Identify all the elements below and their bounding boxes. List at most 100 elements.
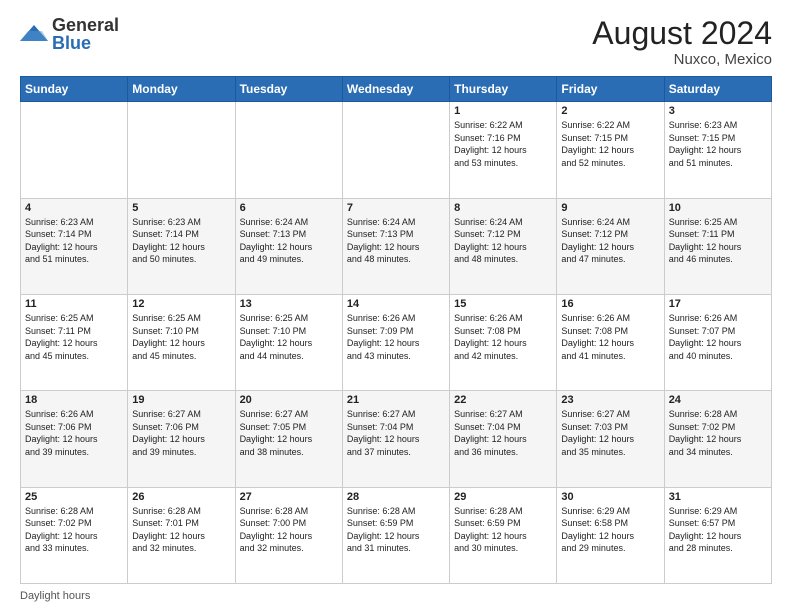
calendar-cell: 31 Sunrise: 6:29 AM Sunset: 6:57 PM Dayli… <box>664 487 771 583</box>
day-info: Sunrise: 6:25 AM Sunset: 7:10 PM Dayligh… <box>132 312 230 362</box>
day-info: Sunrise: 6:28 AM Sunset: 7:02 PM Dayligh… <box>669 408 767 458</box>
day-number: 31 <box>669 491 767 503</box>
calendar-cell: 4 Sunrise: 6:23 AM Sunset: 7:14 PM Daylig… <box>21 198 128 294</box>
day-number: 27 <box>240 491 338 503</box>
calendar-cell: 24Sunrise: 6:28 AM Sunset: 7:02 PM Dayli… <box>664 391 771 487</box>
day-number: 4 <box>25 202 123 214</box>
day-number: 26 <box>132 491 230 503</box>
calendar-cell: 9 Sunrise: 6:24 AM Sunset: 7:12 PM Daylig… <box>557 198 664 294</box>
day-number: 11 <box>25 298 123 310</box>
calendar-cell: 28 Sunrise: 6:28 AM Sunset: 6:59 PM Dayli… <box>342 487 449 583</box>
calendar-cell: 25 Sunrise: 6:28 AM Sunset: 7:02 PM Dayli… <box>21 487 128 583</box>
logo-icon <box>20 23 48 45</box>
calendar-cell: 6Sunrise: 6:24 AM Sunset: 7:13 PM Daylig… <box>235 198 342 294</box>
day-info: Sunrise: 6:23 AM Sunset: 7:15 PM Dayligh… <box>669 119 767 169</box>
day-number: 6 <box>240 202 338 214</box>
logo-text: General Blue <box>52 16 119 52</box>
day-info: Sunrise: 6:28 AM Sunset: 7:01 PM Dayligh… <box>132 505 230 555</box>
day-info: Sunrise: 6:27 AM Sunset: 7:05 PM Dayligh… <box>240 408 338 458</box>
day-number: 1 <box>454 105 552 117</box>
col-header-wednesday: Wednesday <box>342 77 449 102</box>
day-number: 14 <box>347 298 445 310</box>
calendar-cell: 5Sunrise: 6:23 AM Sunset: 7:14 PM Daylig… <box>128 198 235 294</box>
logo-blue: Blue <box>52 34 119 52</box>
day-number: 23 <box>561 394 659 406</box>
logo-general: General <box>52 16 119 34</box>
calendar-cell: 10Sunrise: 6:25 AM Sunset: 7:11 PM Dayli… <box>664 198 771 294</box>
day-info: Sunrise: 6:25 AM Sunset: 7:11 PM Dayligh… <box>25 312 123 362</box>
day-info: Sunrise: 6:26 AM Sunset: 7:08 PM Dayligh… <box>561 312 659 362</box>
day-number: 25 <box>25 491 123 503</box>
calendar-cell: 12Sunrise: 6:25 AM Sunset: 7:10 PM Dayli… <box>128 294 235 390</box>
col-header-tuesday: Tuesday <box>235 77 342 102</box>
day-number: 15 <box>454 298 552 310</box>
logo: General Blue <box>20 16 119 52</box>
calendar-cell <box>128 102 235 198</box>
day-number: 2 <box>561 105 659 117</box>
calendar-cell: 3 Sunrise: 6:23 AM Sunset: 7:15 PM Daylig… <box>664 102 771 198</box>
day-info: Sunrise: 6:28 AM Sunset: 6:59 PM Dayligh… <box>454 505 552 555</box>
day-number: 22 <box>454 394 552 406</box>
day-info: Sunrise: 6:25 AM Sunset: 7:10 PM Dayligh… <box>240 312 338 362</box>
day-info: Sunrise: 6:28 AM Sunset: 7:02 PM Dayligh… <box>25 505 123 555</box>
calendar-cell: 22 Sunrise: 6:27 AM Sunset: 7:04 PM Dayli… <box>450 391 557 487</box>
day-info: Sunrise: 6:26 AM Sunset: 7:08 PM Dayligh… <box>454 312 552 362</box>
calendar-cell: 30Sunrise: 6:29 AM Sunset: 6:58 PM Dayli… <box>557 487 664 583</box>
daylight-label: Daylight hours <box>20 590 90 602</box>
day-number: 21 <box>347 394 445 406</box>
calendar-cell <box>342 102 449 198</box>
calendar-cell: 13 Sunrise: 6:25 AM Sunset: 7:10 PM Dayli… <box>235 294 342 390</box>
calendar-cell: 29Sunrise: 6:28 AM Sunset: 6:59 PM Dayli… <box>450 487 557 583</box>
calendar-header: SundayMondayTuesdayWednesdayThursdayFrid… <box>21 77 772 102</box>
header: General Blue August 2024 Nuxco, Mexico <box>20 16 772 68</box>
calendar-cell: 2 Sunrise: 6:22 AM Sunset: 7:15 PM Daylig… <box>557 102 664 198</box>
day-number: 8 <box>454 202 552 214</box>
col-header-saturday: Saturday <box>664 77 771 102</box>
day-info: Sunrise: 6:23 AM Sunset: 7:14 PM Dayligh… <box>25 216 123 266</box>
day-info: Sunrise: 6:24 AM Sunset: 7:12 PM Dayligh… <box>561 216 659 266</box>
calendar-cell <box>21 102 128 198</box>
calendar-table: SundayMondayTuesdayWednesdayThursdayFrid… <box>20 76 772 584</box>
day-info: Sunrise: 6:22 AM Sunset: 7:16 PM Dayligh… <box>454 119 552 169</box>
calendar-cell: 11 Sunrise: 6:25 AM Sunset: 7:11 PM Dayli… <box>21 294 128 390</box>
day-number: 13 <box>240 298 338 310</box>
day-number: 19 <box>132 394 230 406</box>
page: General Blue August 2024 Nuxco, Mexico S… <box>0 0 792 612</box>
day-info: Sunrise: 6:24 AM Sunset: 7:12 PM Dayligh… <box>454 216 552 266</box>
day-info: Sunrise: 6:26 AM Sunset: 7:09 PM Dayligh… <box>347 312 445 362</box>
day-info: Sunrise: 6:27 AM Sunset: 7:04 PM Dayligh… <box>454 408 552 458</box>
title-block: August 2024 Nuxco, Mexico <box>592 16 772 68</box>
calendar-cell: 20 Sunrise: 6:27 AM Sunset: 7:05 PM Dayli… <box>235 391 342 487</box>
header-row: SundayMondayTuesdayWednesdayThursdayFrid… <box>21 77 772 102</box>
calendar-week-row: 11 Sunrise: 6:25 AM Sunset: 7:11 PM Dayli… <box>21 294 772 390</box>
calendar-week-row: 1 Sunrise: 6:22 AM Sunset: 7:16 PM Daylig… <box>21 102 772 198</box>
col-header-thursday: Thursday <box>450 77 557 102</box>
calendar-body: 1 Sunrise: 6:22 AM Sunset: 7:16 PM Daylig… <box>21 102 772 584</box>
calendar-week-row: 18Sunrise: 6:26 AM Sunset: 7:06 PM Dayli… <box>21 391 772 487</box>
day-number: 3 <box>669 105 767 117</box>
col-header-friday: Friday <box>557 77 664 102</box>
col-header-sunday: Sunday <box>21 77 128 102</box>
calendar-cell: 16Sunrise: 6:26 AM Sunset: 7:08 PM Dayli… <box>557 294 664 390</box>
calendar-cell: 14 Sunrise: 6:26 AM Sunset: 7:09 PM Dayli… <box>342 294 449 390</box>
day-info: Sunrise: 6:28 AM Sunset: 7:00 PM Dayligh… <box>240 505 338 555</box>
day-number: 30 <box>561 491 659 503</box>
day-info: Sunrise: 6:22 AM Sunset: 7:15 PM Dayligh… <box>561 119 659 169</box>
calendar-cell: 27 Sunrise: 6:28 AM Sunset: 7:00 PM Dayli… <box>235 487 342 583</box>
calendar-cell: 21Sunrise: 6:27 AM Sunset: 7:04 PM Dayli… <box>342 391 449 487</box>
day-number: 20 <box>240 394 338 406</box>
day-number: 7 <box>347 202 445 214</box>
day-number: 5 <box>132 202 230 214</box>
calendar-cell: 23Sunrise: 6:27 AM Sunset: 7:03 PM Dayli… <box>557 391 664 487</box>
calendar-week-row: 4 Sunrise: 6:23 AM Sunset: 7:14 PM Daylig… <box>21 198 772 294</box>
day-info: Sunrise: 6:29 AM Sunset: 6:57 PM Dayligh… <box>669 505 767 555</box>
calendar-cell: 26 Sunrise: 6:28 AM Sunset: 7:01 PM Dayli… <box>128 487 235 583</box>
day-info: Sunrise: 6:28 AM Sunset: 6:59 PM Dayligh… <box>347 505 445 555</box>
day-number: 28 <box>347 491 445 503</box>
day-number: 17 <box>669 298 767 310</box>
calendar-cell <box>235 102 342 198</box>
calendar-cell: 1 Sunrise: 6:22 AM Sunset: 7:16 PM Daylig… <box>450 102 557 198</box>
calendar-cell: 15 Sunrise: 6:26 AM Sunset: 7:08 PM Dayli… <box>450 294 557 390</box>
calendar-cell: 18Sunrise: 6:26 AM Sunset: 7:06 PM Dayli… <box>21 391 128 487</box>
day-number: 9 <box>561 202 659 214</box>
